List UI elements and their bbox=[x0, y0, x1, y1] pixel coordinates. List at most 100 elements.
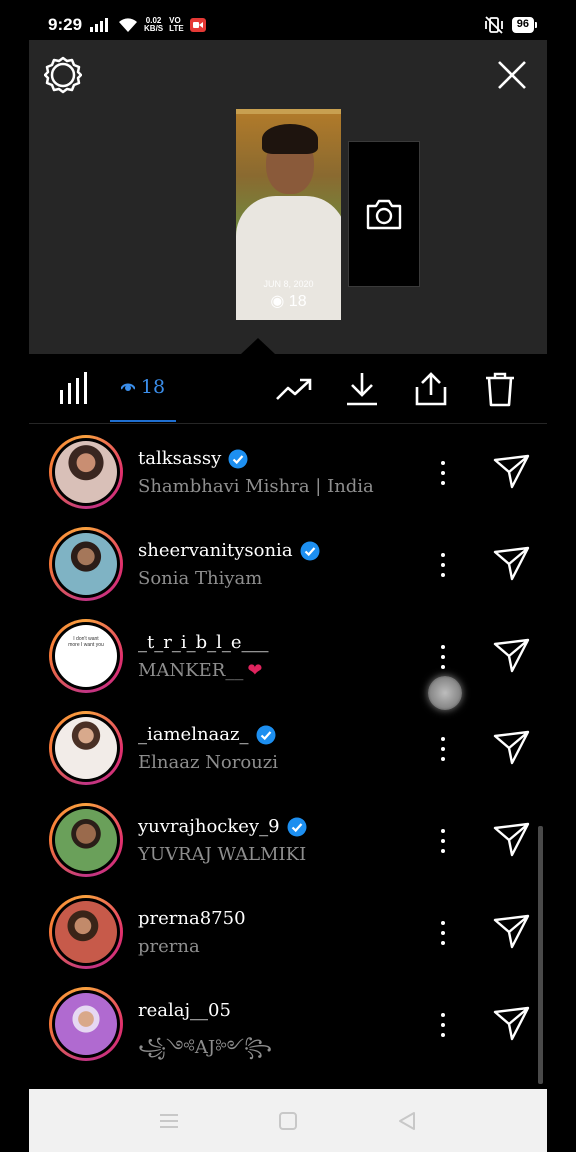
username-text: sheervanitysonia bbox=[138, 540, 293, 561]
download-icon bbox=[347, 373, 377, 406]
viewer-full-name: prerna bbox=[138, 936, 200, 957]
send-message-icon[interactable] bbox=[493, 822, 531, 858]
avatar[interactable] bbox=[49, 803, 123, 877]
avatar[interactable]: I don't want more I want you bbox=[49, 619, 123, 693]
viewers-tab[interactable]: 18 bbox=[110, 354, 176, 422]
viewer-username[interactable]: _t_r_i_b_l_e___ bbox=[138, 632, 269, 653]
volte-badge: VO LTE bbox=[169, 17, 184, 33]
verified-badge-icon bbox=[228, 449, 248, 468]
viewer-username[interactable]: _iamelnaaz_ bbox=[138, 724, 276, 745]
story-thumbnail[interactable]: JUN 8, 2020 ◉ 18 bbox=[236, 109, 341, 320]
viewer-row[interactable]: talksassy Shambhavi Mishra | India bbox=[29, 428, 547, 520]
username-text: realaj__05 bbox=[138, 1000, 231, 1021]
send-message-icon[interactable] bbox=[493, 914, 531, 950]
volte-bottom: LTE bbox=[169, 24, 184, 33]
status-left-icons: 0.02 KB/S VO LTE bbox=[90, 17, 206, 33]
avatar[interactable] bbox=[49, 987, 123, 1061]
more-options-icon[interactable] bbox=[433, 458, 453, 488]
screen-record-icon bbox=[189, 18, 206, 32]
viewer-full-name: YUVRAJ WALMIKI bbox=[138, 844, 307, 865]
touch-indicator bbox=[428, 676, 462, 710]
eye-icon bbox=[120, 383, 135, 391]
wifi-icon bbox=[119, 18, 138, 32]
viewer-row[interactable]: I don't want more I want you _t_r_i_b_l_… bbox=[29, 612, 547, 704]
share-button[interactable] bbox=[412, 370, 450, 408]
viewer-full-name: MANKER__ ❤ bbox=[138, 660, 262, 681]
add-story-card[interactable] bbox=[348, 141, 420, 287]
full-name-text: MANKER__ bbox=[138, 660, 244, 681]
heart-emoji: ❤ bbox=[247, 660, 263, 681]
share-icon bbox=[415, 372, 447, 406]
signal-icon bbox=[90, 18, 109, 32]
thumb-views-count: 18 bbox=[288, 293, 307, 310]
menu-icon bbox=[159, 1113, 178, 1128]
viewer-row[interactable]: sheervanitysonia Sonia Thiyam bbox=[29, 520, 547, 612]
avatar[interactable] bbox=[49, 435, 123, 509]
viewer-row[interactable]: _iamelnaaz_ Elnaaz Norouzi bbox=[29, 704, 547, 796]
more-options-icon[interactable] bbox=[433, 826, 453, 856]
back-nav-button[interactable] bbox=[395, 1109, 419, 1133]
viewer-row[interactable]: realaj__05 ꧁༺AJ༻꧂ bbox=[29, 980, 547, 1072]
username-text: _iamelnaaz_ bbox=[138, 724, 249, 745]
thumbnail-pointer bbox=[241, 338, 275, 354]
verified-badge-icon bbox=[287, 817, 307, 836]
username-text: _t_r_i_b_l_e___ bbox=[138, 632, 269, 653]
viewer-full-name: ꧁༺AJ༻꧂ bbox=[138, 1037, 273, 1058]
download-button[interactable] bbox=[343, 370, 381, 408]
more-options-icon[interactable] bbox=[433, 642, 453, 672]
trending-up-icon bbox=[276, 378, 312, 400]
thumb-views: ◉ 18 bbox=[270, 293, 307, 310]
more-options-icon[interactable] bbox=[433, 918, 453, 948]
thumb-date: JUN 8, 2020 bbox=[263, 279, 314, 289]
more-options-icon[interactable] bbox=[433, 734, 453, 764]
story-toolbar: 18 bbox=[29, 354, 547, 424]
speed-unit: KB/S bbox=[144, 24, 164, 33]
viewer-list: talksassy Shambhavi Mishra | India sheer… bbox=[29, 428, 547, 1072]
status-right: 96 bbox=[484, 16, 538, 34]
viewer-row[interactable]: yuvrajhockey_9 YUVRAJ WALMIKI bbox=[29, 796, 547, 888]
send-message-icon[interactable] bbox=[493, 454, 531, 490]
viewer-count: 18 bbox=[140, 376, 166, 398]
viewer-username[interactable]: talksassy bbox=[138, 448, 248, 469]
promote-button[interactable] bbox=[275, 370, 313, 408]
viewer-row[interactable]: prerna8750 prerna bbox=[29, 888, 547, 980]
close-icon[interactable] bbox=[495, 58, 529, 92]
camera-icon bbox=[366, 199, 402, 230]
more-options-icon[interactable] bbox=[433, 550, 453, 580]
avatar[interactable] bbox=[49, 527, 123, 601]
viewer-full-name: Elnaaz Norouzi bbox=[138, 752, 279, 773]
delete-button[interactable] bbox=[481, 370, 519, 408]
network-speed: 0.02 KB/S bbox=[144, 17, 163, 33]
home-nav-button[interactable] bbox=[276, 1109, 300, 1133]
verified-badge-icon bbox=[256, 725, 276, 744]
send-message-icon[interactable] bbox=[493, 546, 531, 582]
trash-icon bbox=[486, 372, 514, 407]
status-time: 9:29 bbox=[48, 15, 83, 34]
battery-indicator: 96 bbox=[511, 17, 538, 33]
avatar[interactable] bbox=[49, 711, 123, 785]
send-message-icon[interactable] bbox=[493, 638, 531, 674]
viewer-username[interactable]: realaj__05 bbox=[138, 1000, 231, 1021]
verified-badge-icon bbox=[300, 541, 320, 560]
more-options-icon[interactable] bbox=[433, 1010, 453, 1040]
back-triangle-icon bbox=[399, 1111, 416, 1130]
avatar-caption: I don't want more I want you bbox=[68, 636, 104, 648]
thumb-hair bbox=[262, 124, 318, 154]
viewer-username[interactable]: sheervanitysonia bbox=[138, 540, 320, 561]
send-message-icon[interactable] bbox=[493, 1006, 531, 1042]
viewer-full-name: Sonia Thiyam bbox=[138, 568, 263, 589]
avatar[interactable] bbox=[49, 895, 123, 969]
send-message-icon[interactable] bbox=[493, 730, 531, 766]
home-square-icon bbox=[278, 1111, 297, 1130]
system-navigation-bar bbox=[29, 1089, 547, 1152]
insights-bar-chart-icon[interactable] bbox=[59, 372, 89, 404]
scrollbar[interactable] bbox=[538, 826, 543, 1084]
settings-gear-icon[interactable] bbox=[44, 56, 82, 94]
viewer-username[interactable]: prerna8750 bbox=[138, 908, 246, 929]
username-text: talksassy bbox=[138, 448, 222, 469]
username-text: yuvrajhockey_9 bbox=[138, 816, 280, 837]
viewer-username[interactable]: yuvrajhockey_9 bbox=[138, 816, 307, 837]
story-preview-panel: JUN 8, 2020 ◉ 18 bbox=[29, 40, 547, 354]
menu-nav-button[interactable] bbox=[157, 1109, 181, 1133]
vibrate-icon bbox=[484, 16, 503, 34]
